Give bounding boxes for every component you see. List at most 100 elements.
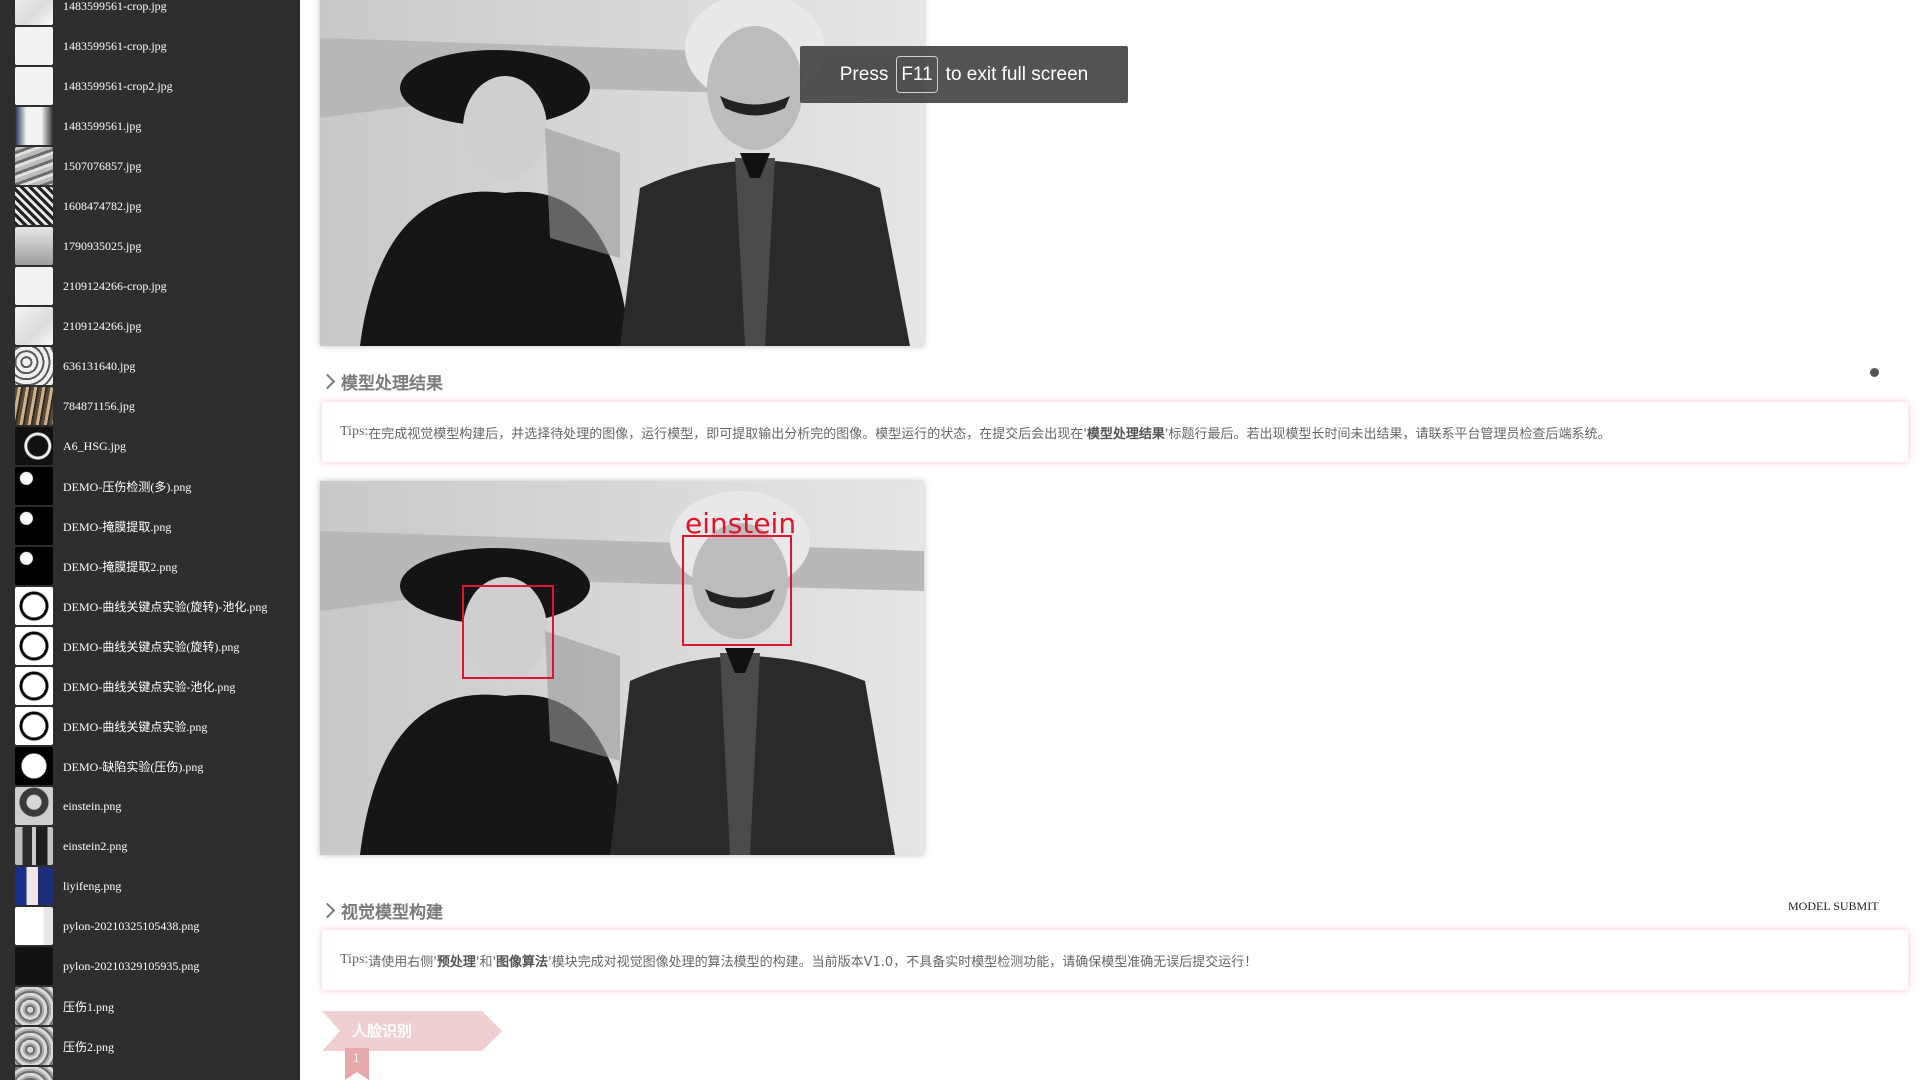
build-section-title: 视觉模型构建 xyxy=(319,898,443,923)
tips-prefix: Tips: xyxy=(340,424,369,439)
chevron-right-icon xyxy=(319,373,336,390)
tips-text: '标题行最后。若出现模型长时间未出结果，请联系平台管理员检查后端系统。 xyxy=(1164,426,1611,442)
tips-bold: 预处理 xyxy=(436,954,476,970)
file-list-item[interactable]: 784871156.jpg xyxy=(0,386,300,426)
status-dot xyxy=(1870,368,1879,377)
file-name: DEMO-掩膜提取2.png xyxy=(63,559,178,574)
file-list-item[interactable]: 压伤3.png xyxy=(0,1066,300,1080)
tips-text: '和' xyxy=(475,954,497,970)
result-section-title: 模型处理结果 xyxy=(319,369,443,394)
file-list-item[interactable]: 压伤1.png xyxy=(0,986,300,1026)
file-thumbnail xyxy=(15,667,53,705)
detection-label: einstein xyxy=(685,507,796,540)
file-name: 2109124266-crop.jpg xyxy=(63,278,167,293)
file-list-item[interactable]: 1483599561-crop2.jpg xyxy=(0,66,300,106)
file-list-item[interactable]: liyifeng.png xyxy=(0,866,300,906)
file-list-item[interactable]: 1483599561-crop.jpg xyxy=(0,26,300,66)
file-thumbnail xyxy=(15,867,53,905)
result-section-title-text: 模型处理结果 xyxy=(341,374,443,394)
file-thumbnail xyxy=(15,427,53,465)
file-name: A6_HSG.jpg xyxy=(63,438,127,453)
file-thumbnail xyxy=(15,147,53,185)
file-list-item[interactable]: DEMO-曲线关键点实验(旋转).png xyxy=(0,626,300,666)
file-name: 1608474782.jpg xyxy=(63,198,142,213)
file-thumbnail xyxy=(15,747,53,785)
file-thumbnail xyxy=(15,627,53,665)
file-thumbnail xyxy=(15,227,53,265)
file-list-item[interactable]: DEMO-曲线关键点实验-池化.png xyxy=(0,666,300,706)
file-name: 1483599561-crop.jpg xyxy=(63,38,167,53)
file-list-item[interactable]: DEMO-压伤检测(多).png xyxy=(0,466,300,506)
file-thumbnail xyxy=(15,707,53,745)
tips-text: 请使用右侧' xyxy=(368,954,437,970)
file-list-item[interactable]: 2109124266.jpg xyxy=(0,306,300,346)
tips-bold: 模型处理结果 xyxy=(1086,426,1165,442)
tips-bold: 图像算法 xyxy=(496,954,549,970)
file-thumbnail xyxy=(15,1067,53,1080)
file-thumbnail xyxy=(15,587,53,625)
fullscreen-press-text: Press xyxy=(839,63,889,85)
file-thumbnail xyxy=(15,27,53,65)
file-thumbnail xyxy=(15,307,53,345)
file-name: DEMO-缺陷实验(压伤).png xyxy=(63,759,204,774)
file-name: 1507076857.jpg xyxy=(63,158,142,173)
file-list-item[interactable]: DEMO-曲线关键点实验.png xyxy=(0,706,300,746)
file-name: liyifeng.png xyxy=(63,878,122,893)
file-name: 1483599561.jpg xyxy=(63,118,142,133)
file-thumbnail xyxy=(15,347,53,385)
file-list-item[interactable]: DEMO-掩膜提取2.png xyxy=(0,546,300,586)
chevron-right-icon xyxy=(319,902,336,919)
file-list-item[interactable]: einstein2.png xyxy=(0,826,300,866)
file-thumbnail xyxy=(15,507,53,545)
file-name: DEMO-曲线关键点实验(旋转)-池化.png xyxy=(63,599,268,614)
pipeline-tag-label[interactable]: 人脸识别 xyxy=(352,1020,412,1041)
file-name: 1790935025.jpg xyxy=(63,238,142,253)
file-list-item[interactable]: 2109124266-crop.jpg xyxy=(0,266,300,306)
fullscreen-key: F11 xyxy=(896,56,938,93)
fullscreen-rest-text: to exit full screen xyxy=(945,63,1089,85)
file-name: einstein.png xyxy=(63,798,122,813)
file-name: 压伤2.png xyxy=(63,1039,115,1054)
file-list-item[interactable]: 1608474782.jpg xyxy=(0,186,300,226)
file-name: DEMO-曲线关键点实验.png xyxy=(63,719,208,734)
file-list-item[interactable]: 636131640.jpg xyxy=(0,346,300,386)
file-list-item[interactable]: 1483599561-crop.jpg xyxy=(0,0,300,26)
result-tips: Tips: 在完成视觉模型构建后，并选择待处理的图像，运行模型，即可提取输出分析… xyxy=(322,402,1908,462)
file-thumbnail xyxy=(15,387,53,425)
file-thumbnail xyxy=(15,67,53,105)
file-list-item[interactable]: einstein.png xyxy=(0,786,300,826)
file-thumbnail xyxy=(15,0,53,25)
file-list-item[interactable]: pylon-20210329105935.png xyxy=(0,946,300,986)
file-list: 1483599561-crop.jpg 1483599561-crop.jpg 14… xyxy=(0,0,300,1080)
file-list-item[interactable]: 1483599561.jpg xyxy=(0,106,300,146)
build-section-title-text: 视觉模型构建 xyxy=(341,903,443,923)
file-name: 2109124266.jpg xyxy=(63,318,142,333)
file-list-item[interactable]: 1507076857.jpg xyxy=(0,146,300,186)
file-thumbnail xyxy=(15,107,53,145)
file-list-item[interactable]: 1790935025.jpg xyxy=(0,226,300,266)
file-sidebar[interactable]: 1483599561-crop.jpg 1483599561-crop.jpg 14… xyxy=(0,0,300,1080)
file-thumbnail xyxy=(15,467,53,505)
output-image: einstein xyxy=(320,481,924,855)
file-name: einstein2.png xyxy=(63,838,128,853)
file-name: DEMO-曲线关键点实验-池化.png xyxy=(63,679,236,694)
model-submit-button[interactable]: MODEL SUBMIT xyxy=(1788,899,1879,914)
file-thumbnail xyxy=(15,547,53,585)
file-thumbnail xyxy=(15,827,53,865)
file-list-item[interactable]: DEMO-掩膜提取.png xyxy=(0,506,300,546)
file-name: DEMO-压伤检测(多).png xyxy=(63,479,192,494)
file-list-item[interactable]: 压伤2.png xyxy=(0,1026,300,1066)
file-thumbnail xyxy=(15,907,53,945)
file-name: pylon-20210329105935.png xyxy=(63,958,200,973)
file-thumbnail xyxy=(15,187,53,225)
file-thumbnail xyxy=(15,947,53,985)
tips-text: '模块完成对视觉图像处理的算法模型的构建。当前版本V1.0，不具备实时模型检测功… xyxy=(548,954,1258,970)
file-list-item[interactable]: DEMO-缺陷实验(压伤).png xyxy=(0,746,300,786)
file-list-item[interactable]: DEMO-曲线关键点实验(旋转)-池化.png xyxy=(0,586,300,626)
file-list-item[interactable]: A6_HSG.jpg xyxy=(0,426,300,466)
file-thumbnail xyxy=(15,787,53,825)
file-list-item[interactable]: pylon-20210325105438.png xyxy=(0,906,300,946)
file-thumbnail xyxy=(15,987,53,1025)
file-name: 压伤1.png xyxy=(63,999,115,1014)
file-name: DEMO-曲线关键点实验(旋转).png xyxy=(63,639,240,654)
